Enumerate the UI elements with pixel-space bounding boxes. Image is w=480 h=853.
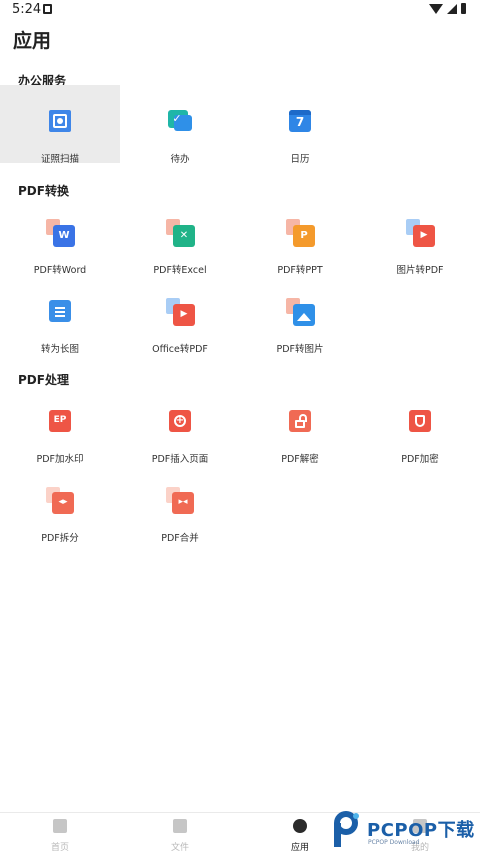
tile-pdf-split[interactable]: ◂▸ PDF拆分	[0, 464, 120, 544]
tile-pdf-encrypt[interactable]: PDF加密	[360, 385, 480, 465]
status-time: 5:24	[12, 2, 42, 17]
tile-pdf-insert-page[interactable]: + PDF插入页面	[120, 385, 240, 465]
tile-calendar[interactable]: 7 日历	[240, 85, 360, 165]
tile-pdf-to-image[interactable]: PDF转图片	[240, 275, 360, 355]
tile-pdf-watermark[interactable]: EP PDF加水印	[0, 385, 120, 465]
watermark: PCPOP下载 PCPOP Download	[330, 808, 480, 853]
pcpop-logo-icon	[334, 811, 359, 847]
pdf-watermark-icon: EP	[48, 409, 72, 433]
tile-pdf-merge[interactable]: ▸◂ PDF合并	[120, 464, 240, 544]
nav-label: 首页	[50, 843, 69, 853]
signal-icon	[447, 3, 457, 14]
tile-label: PDF加水印	[36, 454, 84, 465]
tile-label: PDF合并	[161, 533, 199, 544]
nav-label: 文件	[170, 843, 189, 853]
image-to-pdf-icon: ▶	[406, 219, 435, 247]
tile-label: Office转PDF	[152, 344, 208, 355]
pdf-split-icon: ◂▸	[46, 487, 74, 514]
tile-pdf-to-ppt[interactable]: P PDF转PPT	[240, 196, 360, 276]
notification-icon	[43, 4, 52, 14]
tile-label: PDF转PPT	[277, 265, 323, 276]
wifi-icon	[429, 3, 443, 14]
tile-to-long-image[interactable]: 转为长图	[0, 275, 120, 355]
nav-item-home[interactable]: 首页	[0, 813, 120, 853]
tile-pdf-to-excel[interactable]: ✕ PDF转Excel	[120, 196, 240, 276]
pdf-to-image-icon	[286, 298, 315, 326]
pdf-insert-page-icon: +	[168, 409, 192, 433]
tile-label: 图片转PDF	[396, 265, 444, 276]
apps-icon	[293, 819, 307, 833]
status-bar: 5:24	[0, 0, 480, 20]
nav-item-files[interactable]: 文件	[120, 813, 240, 853]
tile-pdf-decrypt[interactable]: PDF解密	[240, 385, 360, 465]
calendar-icon: 7	[288, 109, 312, 133]
folder-icon	[173, 819, 187, 833]
home-icon	[53, 819, 67, 833]
tile-label: 待办	[170, 154, 190, 165]
pdf-encrypt-icon	[408, 409, 432, 433]
todo-icon: ✓	[168, 109, 192, 133]
pdf-to-excel-icon: ✕	[166, 219, 195, 247]
tile-label: PDF拆分	[41, 533, 79, 544]
tile-image-to-pdf[interactable]: ▶ 图片转PDF	[360, 196, 480, 276]
battery-icon	[461, 3, 466, 14]
tile-office-to-pdf[interactable]: ▶ Office转PDF	[120, 275, 240, 355]
tile-label: PDF解密	[281, 454, 319, 465]
tile-id-scan[interactable]: 证照扫描	[0, 85, 120, 165]
pdf-to-ppt-icon: P	[286, 219, 315, 247]
tile-label: 证照扫描	[40, 154, 79, 165]
pdf-to-word-icon: W	[46, 219, 75, 247]
tile-label: PDF加密	[401, 454, 439, 465]
tile-label: 转为长图	[40, 344, 79, 355]
system-icons	[429, 3, 466, 14]
page-title: 应用	[13, 30, 52, 52]
to-long-image-icon	[48, 299, 72, 323]
tile-label: 日历	[290, 154, 310, 165]
watermark-sub: PCPOP Download	[368, 839, 420, 846]
office-to-pdf-icon: ▶	[166, 298, 195, 326]
tile-pdf-to-word[interactable]: W PDF转Word	[0, 196, 120, 276]
pdf-decrypt-icon	[288, 409, 312, 433]
pdf-merge-icon: ▸◂	[166, 487, 194, 514]
tile-label: PDF转图片	[276, 344, 324, 355]
tile-label: PDF插入页面	[151, 454, 209, 465]
tile-todo[interactable]: ✓ 待办	[120, 85, 240, 165]
id-scan-icon	[48, 109, 72, 133]
tile-label: PDF转Word	[33, 265, 87, 276]
tile-label: PDF转Excel	[153, 265, 207, 276]
